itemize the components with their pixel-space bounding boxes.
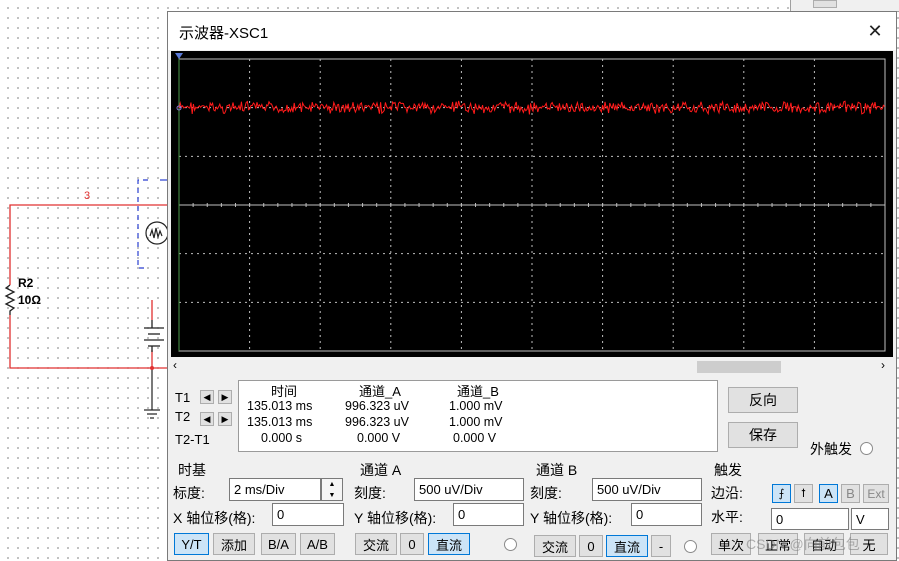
- resistor-value: 10Ω: [18, 293, 41, 307]
- channel-a-y-offset-label: Y 轴位移(格):: [354, 510, 437, 526]
- trigger-level-label: 水平:: [711, 509, 743, 525]
- trigger-single-button[interactable]: 单次: [711, 533, 751, 555]
- t2-channel-a: 996.323 uV: [345, 415, 409, 429]
- oscilloscope-window: 示波器-XSC1 ✕ ‹ › T1 ◀ ▶ T2 ◀ ▶ T2-T1 时间 通道…: [167, 11, 897, 561]
- delta-channel-b: 0.000 V: [453, 431, 497, 445]
- channel-a-y-offset-field[interactable]: 0: [453, 503, 524, 526]
- timebase-title: 时基: [178, 462, 206, 478]
- falling-edge-button[interactable]: ꝉ: [794, 484, 813, 503]
- arrow-left-icon: ◀: [203, 391, 211, 402]
- delta-channel-a: 0.000 V: [357, 431, 401, 445]
- spin-down-icon[interactable]: ▼: [322, 490, 342, 501]
- t1-channel-b: 1.000 mV: [449, 399, 503, 413]
- t1-right-button[interactable]: ▶: [218, 390, 232, 404]
- junction-dot: [150, 366, 154, 370]
- t2-t1-label: T2-T1: [175, 432, 210, 447]
- channel-a-scale-label: 刻度:: [354, 485, 386, 501]
- close-icon: ✕: [867, 20, 883, 41]
- delta-time: 0.000 s: [261, 431, 303, 445]
- reverse-button[interactable]: 反向: [728, 387, 798, 413]
- scope-display[interactable]: [171, 51, 893, 357]
- scope-grid: [178, 59, 886, 351]
- spin-up-icon[interactable]: ▲: [322, 479, 342, 490]
- arrow-right-icon: ▶: [221, 391, 229, 402]
- channel-b-invert-button[interactable]: -: [651, 535, 671, 557]
- cursor-marker-icon[interactable]: [175, 53, 183, 59]
- channel-b-scale-label: 刻度:: [530, 485, 562, 501]
- t1-label: T1: [175, 390, 191, 405]
- battery-symbol: [144, 320, 164, 352]
- watermark: CSDN @向前包包: [746, 536, 860, 552]
- scroll-left-icon[interactable]: ‹: [173, 358, 177, 372]
- t1-time: 135.013 ms: [247, 399, 313, 413]
- channel-b-zero-button[interactable]: 0: [579, 535, 603, 557]
- channel-a-zero-button[interactable]: 0: [400, 533, 424, 555]
- channel-a-scale-field[interactable]: 500 uV/Div: [414, 478, 524, 501]
- resistor-name: R2: [18, 276, 34, 290]
- mode-ab-button[interactable]: A/B: [300, 533, 335, 555]
- ground-symbol: [144, 368, 160, 419]
- channel-b-ac-button[interactable]: 交流: [534, 535, 576, 557]
- x-offset-label: X 轴位移(格):: [173, 510, 256, 526]
- source-symbol: [137, 179, 169, 269]
- channel-b-radio[interactable]: [684, 540, 697, 553]
- trigger-level-field[interactable]: 0: [771, 508, 849, 530]
- t1-left-button[interactable]: ◀: [200, 390, 214, 404]
- mode-yt-button[interactable]: Y/T: [174, 533, 209, 555]
- scroll-thumb[interactable]: [697, 361, 781, 373]
- external-trigger-label: 外触发: [810, 441, 852, 457]
- channel-b-title: 通道 B: [536, 462, 578, 478]
- channel-a-radio[interactable]: [504, 538, 517, 551]
- resistor-r2[interactable]: [4, 284, 16, 315]
- external-trigger-radio[interactable]: [860, 442, 873, 455]
- timebase-scale-field[interactable]: 2 ms/Div: [229, 478, 321, 501]
- rising-edge-button[interactable]: ⨍: [772, 484, 791, 503]
- trigger-source-ext-button[interactable]: Ext: [863, 484, 889, 503]
- channel-a-title: 通道 A: [360, 462, 402, 478]
- cursor-readout-table: 时间 通道_A 通道_B 135.013 ms 996.323 uV 1.000…: [238, 380, 718, 452]
- mode-ba-button[interactable]: B/A: [261, 533, 296, 555]
- channel-a-ac-button[interactable]: 交流: [355, 533, 397, 555]
- window-title: 示波器-XSC1: [179, 25, 269, 42]
- mode-add-button[interactable]: 添加: [213, 533, 255, 555]
- t2-right-button[interactable]: ▶: [218, 412, 232, 426]
- header-channel-a: 通道_A: [359, 384, 401, 399]
- falling-edge-icon: ꝉ: [801, 488, 806, 500]
- trigger-level-unit[interactable]: V: [851, 508, 889, 530]
- title-bar[interactable]: 示波器-XSC1 ✕: [168, 12, 896, 50]
- scroll-right-icon[interactable]: ›: [881, 358, 885, 372]
- channel-b-scale-field[interactable]: 500 uV/Div: [592, 478, 702, 501]
- rising-edge-icon: ⨍: [778, 488, 785, 500]
- wire-net-3: [9, 204, 167, 369]
- channel-b-y-offset-label: Y 轴位移(格):: [530, 510, 613, 526]
- t2-left-button[interactable]: ◀: [200, 412, 214, 426]
- t2-label: T2: [175, 409, 191, 424]
- background-window-button[interactable]: [813, 0, 837, 8]
- trigger-source-a-button[interactable]: A: [819, 484, 838, 503]
- close-button[interactable]: ✕: [862, 18, 888, 44]
- timebase-scale-label: 标度:: [173, 485, 205, 501]
- save-button[interactable]: 保存: [728, 422, 798, 448]
- trigger-edge-label: 边沿:: [711, 485, 743, 501]
- arrow-right-icon: ▶: [221, 413, 229, 424]
- t1-channel-a: 996.323 uV: [345, 399, 409, 413]
- arrow-left-icon: ◀: [203, 413, 211, 424]
- header-time: 时间: [271, 384, 298, 399]
- scope-svg: [175, 53, 886, 352]
- channel-b-dc-button[interactable]: 直流: [606, 535, 648, 557]
- t2-time: 135.013 ms: [247, 415, 313, 429]
- trigger-source-b-button[interactable]: B: [841, 484, 860, 503]
- timebase-spinner[interactable]: ▲ ▼: [321, 478, 343, 501]
- schematic-canvas[interactable]: [0, 0, 170, 430]
- trigger-title: 触发: [714, 462, 742, 478]
- node-label: 3: [84, 190, 91, 202]
- header-channel-b: 通道_B: [457, 384, 499, 399]
- x-offset-field[interactable]: 0: [272, 503, 344, 526]
- channel-b-y-offset-field[interactable]: 0: [631, 503, 702, 526]
- horizontal-scrollbar[interactable]: ‹ ›: [171, 358, 893, 375]
- channel-a-dc-button[interactable]: 直流: [428, 533, 470, 555]
- t2-channel-b: 1.000 mV: [449, 415, 503, 429]
